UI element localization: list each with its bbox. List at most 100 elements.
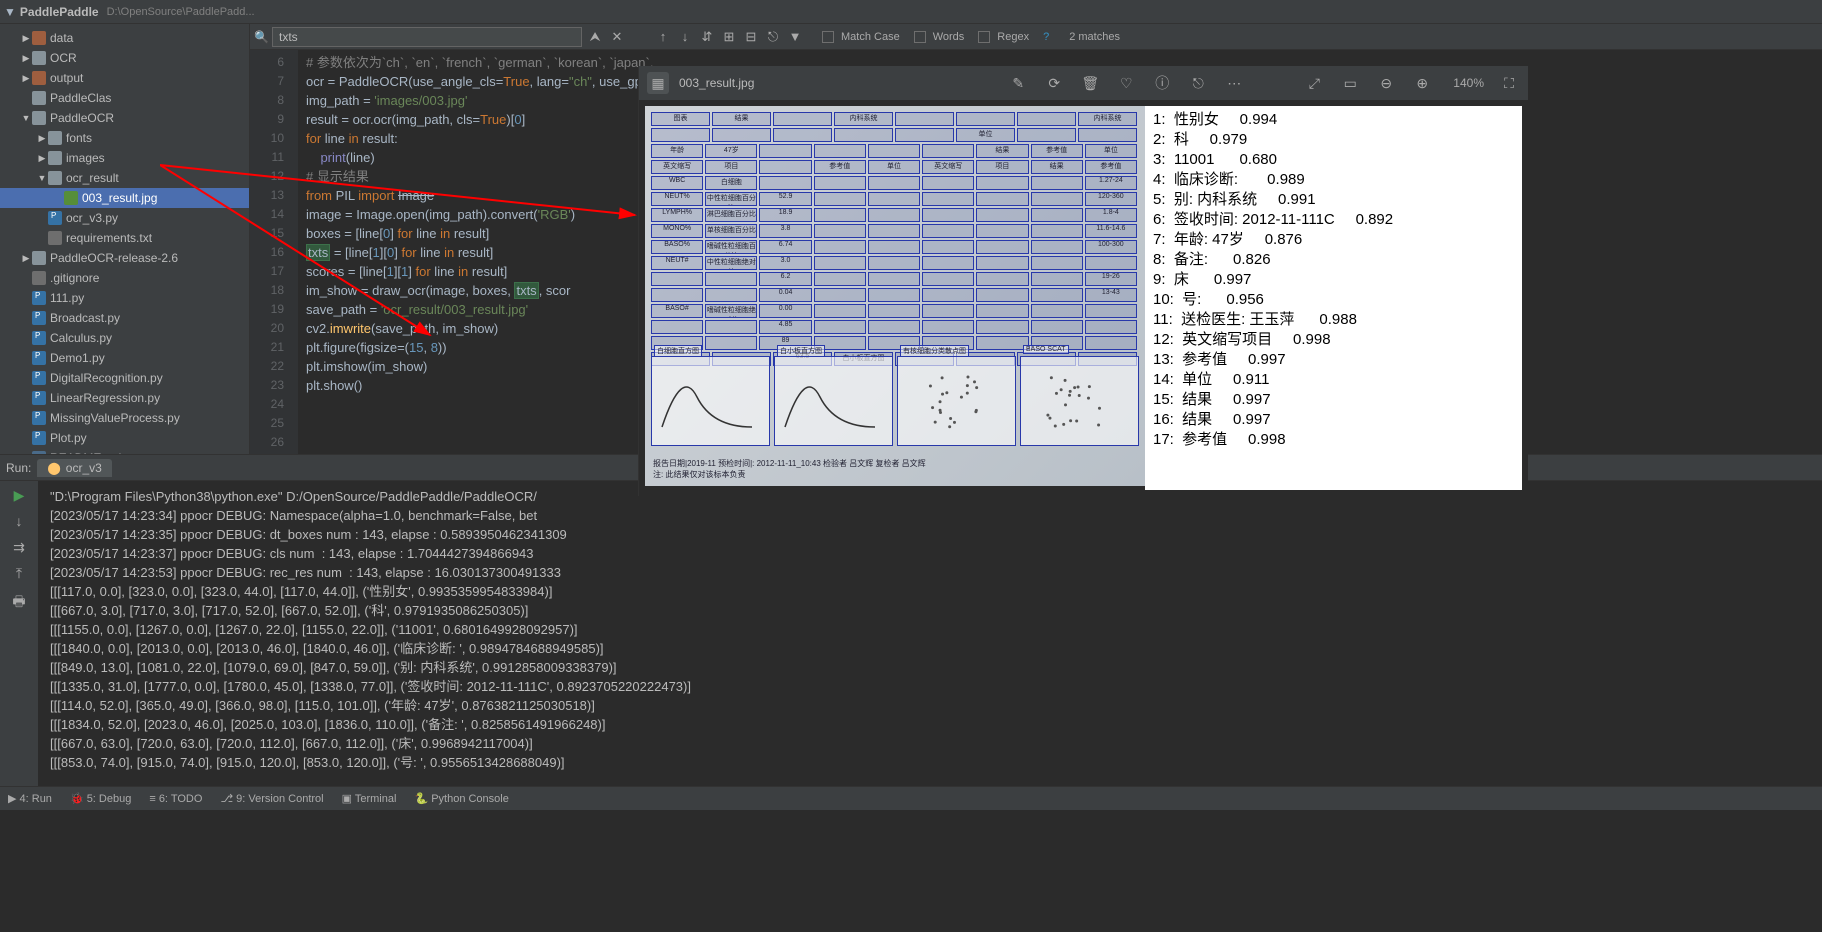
- expand-icon[interactable]: ▶: [36, 153, 48, 164]
- toggle-soft-wrap-icon[interactable]: ⇉: [10, 539, 28, 557]
- expand-icon[interactable]: ▶: [20, 33, 32, 44]
- more-icon[interactable]: ⋯: [1223, 72, 1245, 94]
- select-all-icon[interactable]: ⇵: [698, 29, 716, 45]
- image-thumbnail-icon[interactable]: ▦: [647, 72, 669, 94]
- words-label: Words: [933, 31, 965, 43]
- tree-item[interactable]: ▶PaddleOCR-release-2.6: [0, 248, 249, 268]
- console-line: [[[667.0, 3.0], [717.0, 3.0], [717.0, 52…: [50, 601, 1810, 620]
- zoom-in-icon[interactable]: ⊕: [1411, 72, 1433, 94]
- expand-icon[interactable]: ▼: [36, 173, 48, 183]
- tree-item[interactable]: ▶OCR: [0, 48, 249, 68]
- scroll-to-end-icon[interactable]: ⤒: [10, 565, 28, 583]
- match-count: 2 matches: [1069, 31, 1120, 43]
- fullscreen-icon[interactable]: ⛶: [1498, 72, 1520, 94]
- pin-icon[interactable]: ⎋: [764, 29, 782, 45]
- folder-icon: [32, 111, 46, 125]
- find-input[interactable]: [272, 27, 582, 47]
- match-case-checkbox[interactable]: [822, 31, 834, 43]
- arrow-down-icon[interactable]: ↓: [676, 29, 694, 44]
- line-number: 11: [250, 148, 284, 167]
- line-gutter: 67891011121314151617181920212223242526: [250, 50, 298, 454]
- folder-icon: [48, 131, 62, 145]
- run-label: Run:: [6, 461, 31, 475]
- tree-item[interactable]: 111.py: [0, 288, 249, 308]
- tree-item[interactable]: MissingValueProcess.py: [0, 408, 249, 428]
- line-number: 24: [250, 395, 284, 414]
- stop-icon[interactable]: ↓: [10, 513, 28, 531]
- tool-window-button[interactable]: ▣ Terminal: [342, 792, 397, 805]
- tree-item[interactable]: Demo1.py: [0, 348, 249, 368]
- share-icon[interactable]: ⎋: [1187, 72, 1209, 94]
- expand-icon[interactable]: ⤢: [1303, 72, 1325, 94]
- run-config-tab[interactable]: ⬤ocr_v3: [37, 459, 111, 477]
- console-line: [2023/05/17 14:23:53] ppocr DEBUG: rec_r…: [50, 563, 1810, 582]
- rerun-icon[interactable]: ▶: [10, 487, 28, 505]
- ocr-result-line: 9: 床 0.997: [1153, 270, 1514, 290]
- expand-icon[interactable]: ▼: [20, 113, 32, 123]
- line-number: 17: [250, 262, 284, 281]
- funnel-icon[interactable]: ▼: [786, 29, 804, 44]
- delete-icon[interactable]: 🗑: [1079, 72, 1101, 94]
- tree-item[interactable]: ▼PaddleOCR: [0, 108, 249, 128]
- tree-item[interactable]: Calculus.py: [0, 328, 249, 348]
- filter-search-icon[interactable]: ⊟: [742, 29, 760, 45]
- histogram-panel: BASO SCAT: [1020, 356, 1139, 446]
- console-output[interactable]: "D:\Program Files\Python38\python.exe" D…: [38, 481, 1822, 786]
- tree-item[interactable]: ▶output: [0, 68, 249, 88]
- zoom-out-icon[interactable]: ⊖: [1375, 72, 1397, 94]
- tree-item[interactable]: ▶fonts: [0, 128, 249, 148]
- ocr-result-line: 14: 单位 0.911: [1153, 370, 1514, 390]
- tree-item[interactable]: requirements.txt: [0, 228, 249, 248]
- text-file-icon: [48, 231, 62, 245]
- tool-window-button[interactable]: 🐍 Python Console: [414, 792, 508, 805]
- tool-window-button[interactable]: 🐞 5: Debug: [70, 792, 131, 805]
- slideshow-icon[interactable]: ▭: [1339, 72, 1361, 94]
- print-icon[interactable]: 🖶: [10, 591, 28, 609]
- line-number: 20: [250, 319, 284, 338]
- tree-item[interactable]: README.md: [0, 448, 249, 454]
- zoom-level: 140%: [1453, 76, 1484, 90]
- regex-help[interactable]: ?: [1043, 31, 1049, 43]
- tree-item[interactable]: 003_result.jpg: [0, 188, 249, 208]
- info-icon[interactable]: ⓘ: [1151, 72, 1173, 94]
- edit-icon[interactable]: ✎: [1007, 72, 1029, 94]
- line-number: 21: [250, 338, 284, 357]
- tree-item[interactable]: Broadcast.py: [0, 308, 249, 328]
- prev-occurrence-icon[interactable]: ⮝: [586, 29, 604, 45]
- words-checkbox[interactable]: [914, 31, 926, 43]
- tool-window-button[interactable]: ≡ 6: TODO: [149, 793, 202, 805]
- ocr-result-line: 2: 科 0.979: [1153, 130, 1514, 150]
- rotate-icon[interactable]: ⟳: [1043, 72, 1065, 94]
- tool-window-button[interactable]: ⎇ 9: Version Control: [220, 792, 323, 805]
- tree-item[interactable]: .gitignore: [0, 268, 249, 288]
- tree-item[interactable]: ocr_v3.py: [0, 208, 249, 228]
- tree-item-label: .gitignore: [50, 271, 99, 285]
- regex-checkbox[interactable]: [978, 31, 990, 43]
- image-tab-name[interactable]: 003_result.jpg: [679, 76, 754, 90]
- tree-item[interactable]: ▶ images: [0, 148, 249, 168]
- markdown-file-icon: [32, 451, 46, 454]
- heart-icon[interactable]: ♡: [1115, 72, 1137, 94]
- tree-item-label: DigitalRecognition.py: [50, 371, 163, 385]
- tree-item-label: images: [66, 151, 105, 165]
- tree-item[interactable]: ▼ocr_result: [0, 168, 249, 188]
- python-file-icon: [32, 411, 46, 425]
- expand-icon[interactable]: ▶: [20, 253, 32, 264]
- line-number: 13: [250, 186, 284, 205]
- tree-item[interactable]: DigitalRecognition.py: [0, 368, 249, 388]
- tree-item[interactable]: ▶data: [0, 28, 249, 48]
- project-tree[interactable]: ▶data▶OCR▶outputPaddleClas▼PaddleOCR▶fon…: [0, 24, 250, 454]
- tree-item[interactable]: Plot.py: [0, 428, 249, 448]
- expand-icon[interactable]: ▶: [20, 53, 32, 64]
- tree-item[interactable]: LinearRegression.py: [0, 388, 249, 408]
- tree-item-label: Calculus.py: [50, 331, 112, 345]
- tree-item-label: LinearRegression.py: [50, 391, 160, 405]
- add-selection-icon[interactable]: ⊞: [720, 29, 738, 45]
- arrow-up-icon[interactable]: ↑: [654, 29, 672, 44]
- expand-icon[interactable]: ▶: [20, 73, 32, 84]
- tool-window-button[interactable]: ▶ 4: Run: [8, 792, 52, 805]
- expand-icon[interactable]: ▶: [36, 133, 48, 144]
- project-expand-icon[interactable]: ▼: [4, 5, 16, 19]
- tree-item[interactable]: PaddleClas: [0, 88, 249, 108]
- close-find-icon[interactable]: ✕: [608, 29, 626, 45]
